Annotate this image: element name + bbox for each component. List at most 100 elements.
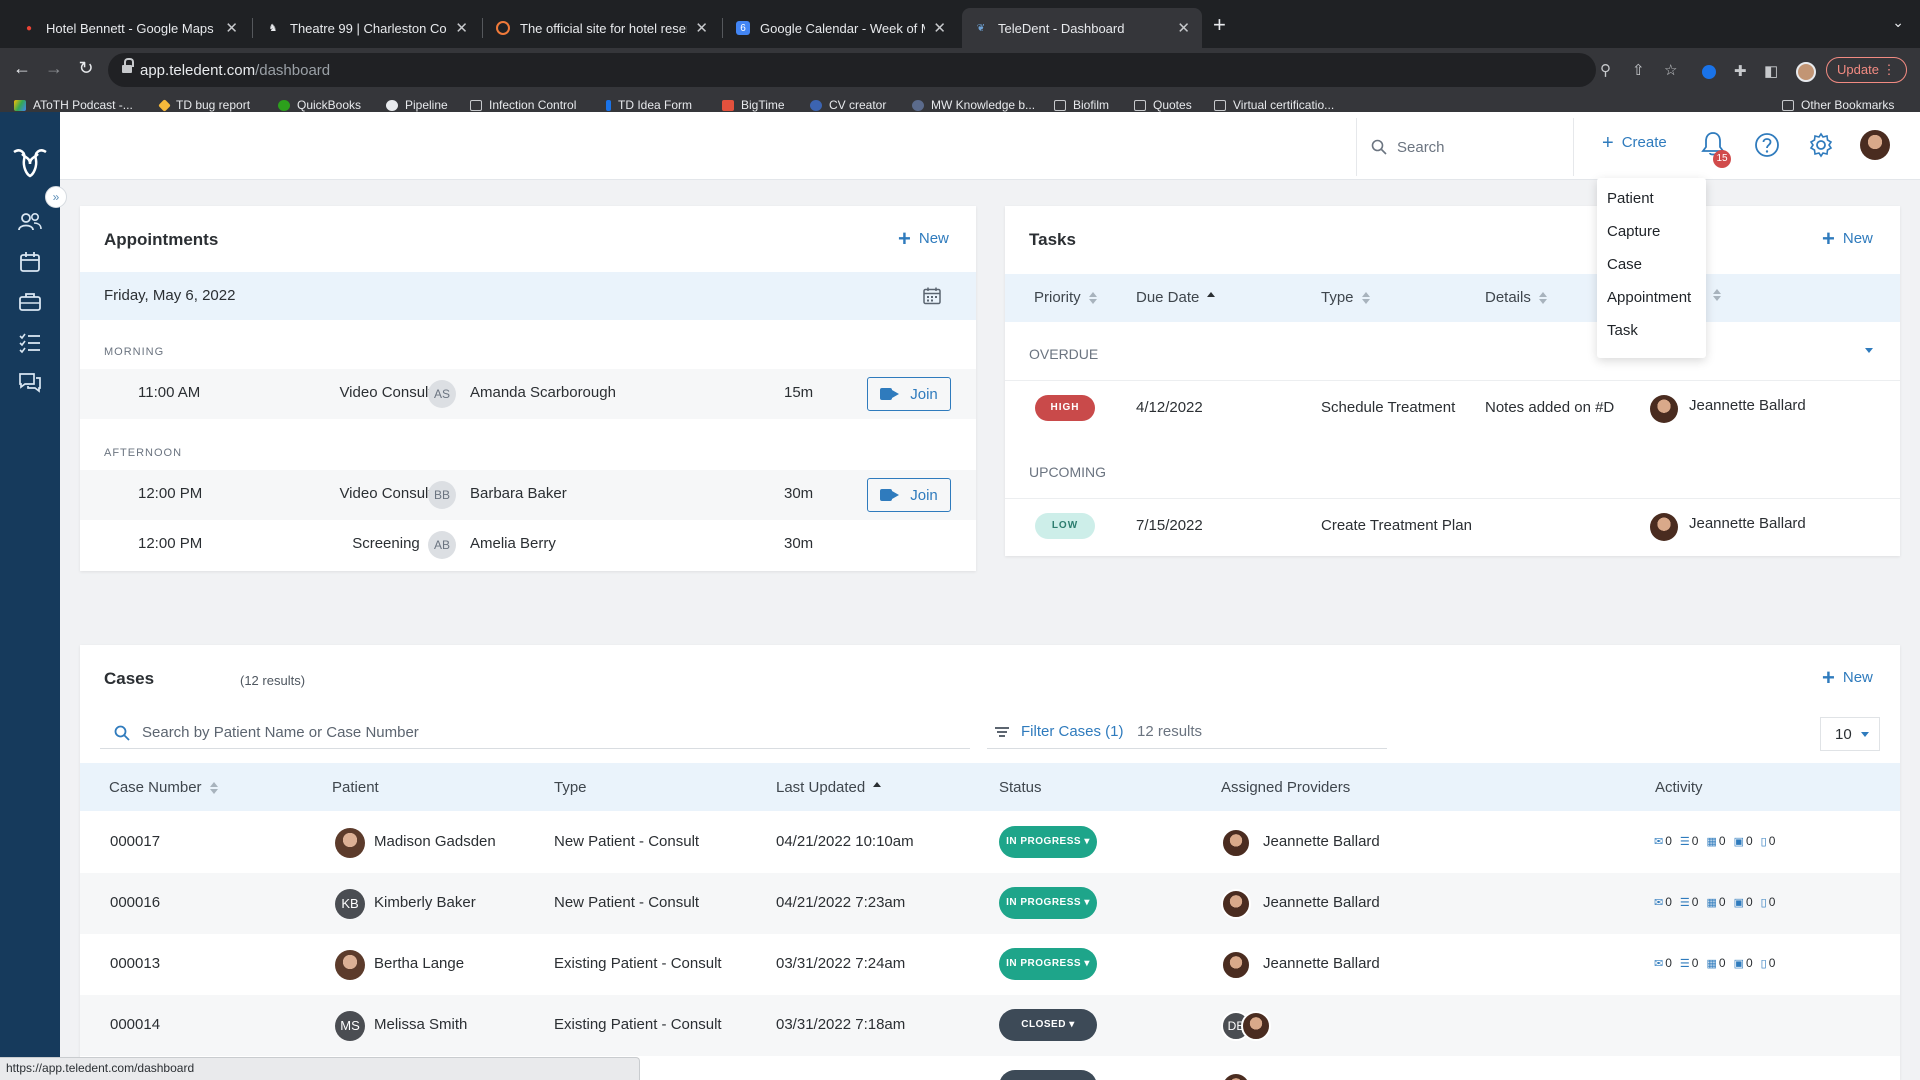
browser-tab[interactable]: 6 Google Calendar - Week of Ma ✕ <box>724 8 958 48</box>
close-tab-icon[interactable]: ✕ <box>1177 19 1190 37</box>
bookmark[interactable]: BigTime <box>722 98 785 112</box>
forward-arrow-icon[interactable]: → <box>42 58 66 79</box>
task-list-icon[interactable] <box>16 328 44 356</box>
close-tab-icon[interactable]: ✕ <box>933 19 946 37</box>
create-button[interactable]: + Create <box>1602 133 1667 153</box>
status-badge[interactable]: CLOSED ▾ <box>999 1009 1097 1041</box>
address-bar[interactable]: app.teledent.com/dashboard ⚲ ⇧ ☆ <box>108 53 1677 87</box>
status-badge[interactable]: IN PROGRESS ▾ <box>999 948 1097 980</box>
join-video-button[interactable]: Join <box>867 478 951 512</box>
chevron-down-icon[interactable] <box>1865 348 1873 353</box>
menu-item-capture[interactable]: Capture <box>1597 221 1706 254</box>
status-badge[interactable]: IN PROGRESS ▾ <box>999 826 1097 858</box>
puzzle-extensions-icon[interactable]: ✚ <box>1734 62 1747 80</box>
appointment-date-row: Friday, May 6, 2022 <box>80 272 976 320</box>
column-header-due-date[interactable]: Due Date <box>1136 289 1216 306</box>
images-icon: ▣ <box>1733 896 1744 909</box>
bookmark[interactable]: Pipeline <box>386 98 448 112</box>
column-header-type[interactable]: Type <box>1321 289 1370 306</box>
column-header-priority[interactable]: Priority <box>1034 289 1097 306</box>
user-avatar[interactable] <box>1860 130 1890 160</box>
share-icon[interactable]: ⇧ <box>1632 61 1645 79</box>
column-header-case-number[interactable]: Case Number <box>109 779 218 796</box>
teledent-logo-icon[interactable] <box>10 146 50 180</box>
search-icon <box>1371 139 1387 155</box>
bookmark[interactable]: Infection Control <box>470 98 576 112</box>
case-search-input[interactable]: Search by Patient Name or Case Number <box>100 717 970 749</box>
update-button[interactable]: Update ⋮ <box>1826 57 1907 83</box>
menu-item-task[interactable]: Task <box>1597 320 1706 353</box>
column-header-status[interactable]: Status <box>999 779 1042 796</box>
case-row[interactable]: 000016 KB Kimberly Baker New Patient - C… <box>80 873 1900 934</box>
diamond-icon <box>158 98 171 112</box>
help-icon[interactable] <box>1754 132 1780 158</box>
extension-icon[interactable] <box>1702 65 1716 79</box>
new-case-button[interactable]: + New <box>1822 666 1873 688</box>
close-tab-icon[interactable]: ✕ <box>695 19 708 37</box>
bookmark-star-icon[interactable]: ☆ <box>1664 61 1677 79</box>
menu-item-case[interactable]: Case <box>1597 254 1706 287</box>
tasks-title: Tasks <box>1029 230 1076 249</box>
messages-icon[interactable] <box>16 368 44 396</box>
bookmark[interactable]: AToTH Podcast -... <box>14 98 133 112</box>
folder-icon <box>1134 99 1146 111</box>
new-appointment-button[interactable]: + New <box>898 227 949 249</box>
appointment-row[interactable]: 12:00 PM Video Consult BB Barbara Baker … <box>80 470 976 520</box>
bookmark[interactable]: Quotes <box>1134 98 1192 112</box>
bookmark[interactable]: TD Idea Form <box>606 98 692 112</box>
profile-avatar[interactable] <box>1796 62 1816 82</box>
tab-search-chevron-icon[interactable]: ⌄ <box>1892 14 1904 31</box>
column-header-last-updated[interactable]: Last Updated <box>776 779 882 796</box>
case-row[interactable]: 000014 MS Melissa Smith Existing Patient… <box>80 995 1900 1056</box>
case-row[interactable]: 000013 Bertha Lange Existing Patient - C… <box>80 934 1900 995</box>
task-row[interactable]: LOW 7/15/2022 Create Treatment Plan Jean… <box>1005 498 1900 554</box>
app-header: Search + Create 15 <box>60 112 1920 180</box>
reload-icon[interactable]: ↻ <box>74 58 98 79</box>
column-header-type[interactable]: Type <box>554 779 587 796</box>
join-video-button[interactable]: Join <box>867 377 951 411</box>
key-icon[interactable]: ⚲ <box>1600 61 1611 79</box>
close-tab-icon[interactable]: ✕ <box>225 19 238 37</box>
appointments-title: Appointments <box>104 230 219 249</box>
bookmark[interactable]: Virtual certificatio... <box>1214 98 1334 112</box>
side-panel-icon[interactable]: ◧ <box>1764 62 1778 80</box>
column-header-assigned-providers[interactable]: Assigned Providers <box>1221 779 1350 796</box>
column-header-assignee-sort[interactable] <box>1705 289 1721 301</box>
patients-icon[interactable] <box>16 208 44 236</box>
bookmark[interactable]: MW Knowledge b... <box>912 98 1035 112</box>
browser-tab[interactable]: ♞ Theatre 99 | Charleston Comec ✕ <box>254 8 480 48</box>
new-tab-button[interactable]: + <box>1213 12 1226 38</box>
case-number: 000013 <box>110 955 161 972</box>
column-header-details[interactable]: Details <box>1485 289 1547 306</box>
briefcase-icon[interactable] <box>16 288 44 316</box>
browser-tab-active[interactable]: ❦ TeleDent - Dashboard ✕ <box>962 8 1202 48</box>
status-badge[interactable]: IN PROGRESS ▾ <box>999 887 1097 919</box>
bookmark[interactable]: Biofilm <box>1054 98 1109 112</box>
close-tab-icon[interactable]: ✕ <box>455 19 468 37</box>
global-search-input[interactable]: Search <box>1356 118 1574 176</box>
column-header-activity[interactable]: Activity <box>1655 779 1703 796</box>
browser-tab[interactable]: The official site for hotel reserv ✕ <box>484 8 720 48</box>
bookmark[interactable]: TD bug report <box>158 98 250 112</box>
browser-tab[interactable]: ● Hotel Bennett - Google Maps ✕ <box>10 8 250 48</box>
bookmark[interactable]: CV creator <box>810 98 886 112</box>
case-row[interactable]: 000017 Madison Gadsden New Patient - Con… <box>80 812 1900 873</box>
menu-item-appointment[interactable]: Appointment <box>1597 287 1706 320</box>
other-bookmarks[interactable]: Other Bookmarks <box>1782 98 1894 112</box>
task-row[interactable]: HIGH 4/12/2022 Schedule Treatment Notes … <box>1005 380 1900 436</box>
calendar-icon[interactable] <box>16 248 44 276</box>
new-task-button[interactable]: + New <box>1822 227 1873 249</box>
menu-item-patient[interactable]: Patient <box>1597 188 1706 221</box>
appointment-row[interactable]: 11:00 AM Video Consult AS Amanda Scarbor… <box>80 369 976 419</box>
bookmark[interactable]: QuickBooks <box>278 98 361 112</box>
settings-gear-icon[interactable] <box>1808 132 1834 158</box>
expand-sidebar-button[interactable]: » <box>45 186 67 208</box>
column-header-patient[interactable]: Patient <box>332 779 379 796</box>
appointment-row[interactable]: 12:00 PM Screening AB Amelia Berry 30m <box>80 520 976 570</box>
page-size-select[interactable]: 10 <box>1820 717 1880 751</box>
status-badge[interactable] <box>999 1070 1097 1080</box>
back-arrow-icon[interactable]: ← <box>10 58 34 79</box>
calendar-picker-icon[interactable] <box>922 286 942 306</box>
filter-cases-button[interactable]: Filter Cases (1) <box>995 723 1124 740</box>
folder-icon <box>470 99 482 111</box>
